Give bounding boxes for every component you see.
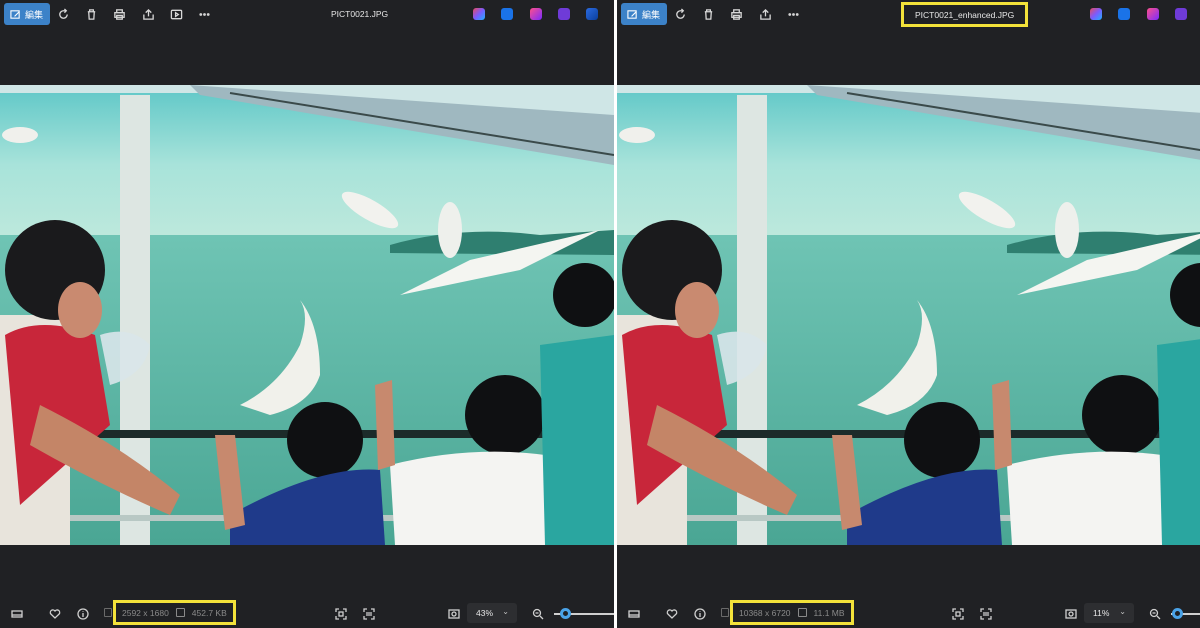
zoom-out-icon[interactable] — [1148, 607, 1161, 620]
favorite-icon[interactable] — [665, 607, 678, 620]
print-icon[interactable] — [112, 7, 126, 21]
edit-icon — [10, 9, 20, 19]
designer-app-icon[interactable] — [1147, 8, 1159, 20]
dimensions-icon — [104, 608, 112, 617]
chevron-down-icon: ⌄ — [1119, 607, 1126, 616]
onedrive-app-icon[interactable] — [586, 8, 598, 20]
copilot-app-icon[interactable] — [1090, 8, 1102, 20]
file-size-icon — [175, 608, 185, 617]
copilot-app-icon[interactable] — [473, 8, 485, 20]
file-name: PICT0021_enhanced.JPG — [915, 9, 1015, 20]
compare-icon[interactable] — [979, 607, 992, 620]
file-size-icon — [797, 608, 807, 617]
file-size: 11.1 MB — [813, 607, 845, 618]
photo-canvas[interactable] — [617, 85, 1200, 545]
file-size: 452.7 KB — [191, 607, 227, 618]
zoom-select[interactable]: 43% ⌄ — [467, 603, 517, 623]
video-editor-app-icon[interactable] — [1175, 8, 1187, 20]
fit-icon[interactable] — [951, 607, 964, 620]
slideshow-icon[interactable] — [169, 7, 183, 21]
actual-size-icon[interactable] — [1064, 607, 1077, 620]
left-viewer: 編集 PICT0021.JPG 2592 x 1680 452.7 KB 43%… — [0, 0, 614, 628]
file-name: PICT0021.JPG — [331, 9, 389, 19]
actual-size-icon[interactable] — [447, 607, 460, 620]
edit-button[interactable]: 編集 — [4, 3, 51, 25]
delete-icon[interactable] — [84, 7, 98, 21]
zoom-select[interactable]: 11% ⌄ — [1084, 603, 1134, 623]
edit-label: 編集 — [25, 9, 44, 20]
chevron-down-icon: ⌄ — [502, 607, 509, 616]
fit-icon[interactable] — [334, 607, 347, 620]
favorite-icon[interactable] — [48, 607, 61, 620]
delete-icon[interactable] — [701, 7, 715, 21]
file-name-highlight: PICT0021_enhanced.JPG — [901, 2, 1029, 27]
info-icon[interactable] — [76, 607, 89, 620]
clipchamp-app-icon[interactable] — [1118, 8, 1130, 20]
clipchamp-app-icon[interactable] — [501, 8, 513, 20]
filmstrip-icon[interactable] — [10, 607, 23, 620]
left-bottom-bar: 2592 x 1680 452.7 KB 43% ⌄ — [0, 598, 614, 628]
edit-icon — [627, 9, 637, 19]
rotate-icon[interactable] — [56, 7, 70, 21]
zoom-value: 11% — [1093, 608, 1110, 618]
left-toolbar: 編集 PICT0021.JPG — [0, 0, 614, 30]
compare-icon[interactable] — [362, 607, 375, 620]
info-icon[interactable] — [693, 607, 706, 620]
designer-app-icon[interactable] — [530, 8, 542, 20]
more-icon[interactable] — [786, 7, 800, 21]
zoom-out-icon[interactable] — [531, 607, 544, 620]
share-icon[interactable] — [141, 7, 155, 21]
photos-compare-view: 編集 PICT0021.JPG 2592 x 1680 452.7 KB 43%… — [0, 0, 1200, 628]
video-editor-app-icon[interactable] — [558, 8, 570, 20]
dimensions-icon — [721, 608, 729, 617]
edit-label: 編集 — [642, 9, 661, 20]
photo-canvas[interactable] — [0, 85, 614, 545]
zoom-slider-thumb[interactable] — [559, 608, 571, 619]
right-bottom-bar: 10368 x 6720 11.1 MB 11% ⌄ — [617, 598, 1200, 628]
zoom-value: 43% — [476, 608, 494, 618]
image-dimensions: 10368 x 6720 — [739, 607, 791, 618]
right-toolbar: 編集 PICT0021_enhanced.JPG — [617, 0, 1200, 30]
share-icon[interactable] — [758, 7, 772, 21]
print-icon[interactable] — [729, 7, 743, 21]
image-info-box: 10368 x 6720 11.1 MB — [730, 600, 854, 625]
filmstrip-icon[interactable] — [627, 607, 640, 620]
zoom-slider-thumb[interactable] — [1171, 608, 1183, 619]
more-icon[interactable] — [197, 7, 211, 21]
image-info-box: 2592 x 1680 452.7 KB — [113, 600, 236, 625]
image-dimensions: 2592 x 1680 — [122, 607, 169, 618]
right-viewer: 編集 PICT0021_enhanced.JPG 10368 x 6720 11… — [617, 0, 1200, 628]
edit-button[interactable]: 編集 — [621, 3, 668, 25]
rotate-icon[interactable] — [673, 7, 687, 21]
